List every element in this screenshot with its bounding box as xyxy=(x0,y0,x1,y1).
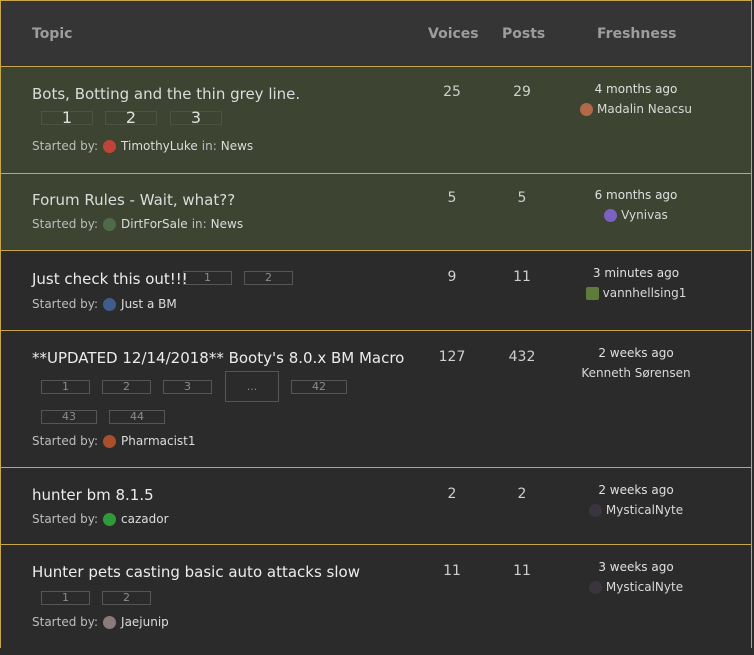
table-row: Bots, Botting and the thin grey line. 1 … xyxy=(1,67,751,174)
freshness-link[interactable]: 3 minutes ago xyxy=(561,266,711,280)
author-link[interactable]: cazador xyxy=(121,512,169,526)
started-by-label: Started by: xyxy=(32,217,99,231)
topic-meta: Started by: TimothyLuke in: News xyxy=(32,139,253,153)
page-link[interactable]: 43 xyxy=(41,410,97,424)
table-row: hunter bm 8.1.5 Started by: cazador 2 2 … xyxy=(1,468,751,545)
freshness-cell: 3 minutes ago vannhellsing1 xyxy=(561,266,711,300)
posts-count: 2 xyxy=(517,486,527,502)
posts-count: 29 xyxy=(513,84,531,100)
last-poster-link[interactable]: vannhellsing1 xyxy=(603,286,687,300)
voices-count: 11 xyxy=(443,563,461,579)
freshness-link[interactable]: 2 weeks ago xyxy=(561,483,711,497)
avatar xyxy=(580,102,594,116)
posts-count: 11 xyxy=(513,269,531,285)
page-link[interactable]: 2 xyxy=(244,271,293,285)
page-link[interactable]: 2 xyxy=(102,380,151,394)
author-link[interactable]: Just a BM xyxy=(121,297,177,311)
table-row: Hunter pets casting basic auto attacks s… xyxy=(1,545,751,655)
in-label: in: xyxy=(201,139,217,153)
freshness-column-header: Freshness xyxy=(597,26,677,42)
started-by-label: Started by: xyxy=(32,434,99,448)
forum-link[interactable]: News xyxy=(221,139,253,153)
page-link[interactable]: 1 xyxy=(41,110,93,126)
topic-title-link[interactable]: Bots, Botting and the thin grey line. xyxy=(32,85,300,103)
topic-list: Topic Voices Posts Freshness Bots, Botti… xyxy=(0,0,752,655)
posts-count: 432 xyxy=(508,349,536,365)
posts-count: 11 xyxy=(513,563,531,579)
topic-title-link[interactable]: Just check this out!!! xyxy=(32,270,188,288)
page-link[interactable]: 1 xyxy=(183,271,232,285)
posts-count: 5 xyxy=(517,190,527,206)
table-row: Forum Rules - Wait, what?? Started by: D… xyxy=(1,174,751,251)
page-link[interactable]: 1 xyxy=(41,591,90,605)
avatar xyxy=(585,286,599,300)
freshness-cell: 6 months ago Vynivas xyxy=(561,188,711,222)
forum-link[interactable]: News xyxy=(211,217,243,231)
page-link[interactable]: 3 xyxy=(170,110,222,126)
started-by-label: Started by: xyxy=(32,297,99,311)
freshness-link[interactable]: 2 weeks ago xyxy=(561,346,711,360)
last-poster-link[interactable]: Vynivas xyxy=(621,208,668,222)
freshness-link[interactable]: 6 months ago xyxy=(561,188,711,202)
last-poster-link[interactable]: Kenneth Sørensen xyxy=(581,366,690,380)
avatar xyxy=(103,297,117,311)
freshness-cell: 3 weeks ago MysticalNyte xyxy=(561,560,711,594)
avatar xyxy=(604,208,618,222)
topic-meta: Started by: Jaejunip xyxy=(32,615,169,629)
last-poster-link[interactable]: MysticalNyte xyxy=(606,503,683,517)
page-link[interactable]: 44 xyxy=(109,410,165,424)
avatar xyxy=(103,139,117,153)
topic-title-link[interactable]: **UPDATED 12/14/2018** Booty's 8.0.x BM … xyxy=(32,349,404,367)
topic-meta: Started by: Pharmacist1 xyxy=(32,434,196,448)
in-label: in: xyxy=(191,217,207,231)
page-link[interactable]: 1 xyxy=(41,380,90,394)
page-ellipsis: ... xyxy=(225,371,279,402)
voices-count: 2 xyxy=(447,486,457,502)
voices-count: 25 xyxy=(443,84,461,100)
author-link[interactable]: DirtForSale xyxy=(121,217,188,231)
topic-list-header: Topic Voices Posts Freshness xyxy=(1,1,751,67)
page-link[interactable]: 2 xyxy=(102,591,151,605)
voices-count: 5 xyxy=(447,190,457,206)
voices-count: 127 xyxy=(438,349,466,365)
table-row: **UPDATED 12/14/2018** Booty's 8.0.x BM … xyxy=(1,331,751,468)
topic-title-link[interactable]: Forum Rules - Wait, what?? xyxy=(32,191,235,209)
freshness-cell: 2 weeks ago MysticalNyte xyxy=(561,483,711,517)
avatar xyxy=(103,615,117,629)
page-link[interactable]: 3 xyxy=(163,380,212,394)
freshness-link[interactable]: 3 weeks ago xyxy=(561,560,711,574)
started-by-label: Started by: xyxy=(32,512,99,526)
topic-title-link[interactable]: hunter bm 8.1.5 xyxy=(32,486,154,504)
started-by-label: Started by: xyxy=(32,615,99,629)
page-link[interactable]: 42 xyxy=(291,380,347,394)
topic-column-header: Topic xyxy=(32,26,73,42)
avatar xyxy=(103,512,117,526)
avatar xyxy=(588,503,602,517)
freshness-cell: 4 months ago Madalin Neacsu xyxy=(561,82,711,116)
last-poster-link[interactable]: MysticalNyte xyxy=(606,580,683,594)
topic-meta: Started by: cazador xyxy=(32,512,169,526)
author-link[interactable]: Pharmacist1 xyxy=(121,434,195,448)
avatar xyxy=(588,580,602,594)
started-by-label: Started by: xyxy=(32,139,99,153)
avatar xyxy=(103,434,117,448)
table-row: Just check this out!!! 1 2 Started by: J… xyxy=(1,251,751,331)
author-link[interactable]: TimothyLuke xyxy=(121,139,198,153)
voices-count: 9 xyxy=(447,269,457,285)
author-link[interactable]: Jaejunip xyxy=(121,615,169,629)
voices-column-header: Voices xyxy=(428,26,479,42)
topic-title-link[interactable]: Hunter pets casting basic auto attacks s… xyxy=(32,563,360,581)
last-poster-link[interactable]: Madalin Neacsu xyxy=(597,102,692,116)
page-link[interactable]: 2 xyxy=(105,110,157,126)
freshness-link[interactable]: 4 months ago xyxy=(561,82,711,96)
posts-column-header: Posts xyxy=(502,26,546,42)
topic-meta: Started by: DirtForSale in: News xyxy=(32,217,243,231)
avatar xyxy=(103,217,117,231)
topic-meta: Started by: Just a BM xyxy=(32,297,177,311)
freshness-cell: 2 weeks ago Kenneth Sørensen xyxy=(561,346,711,380)
